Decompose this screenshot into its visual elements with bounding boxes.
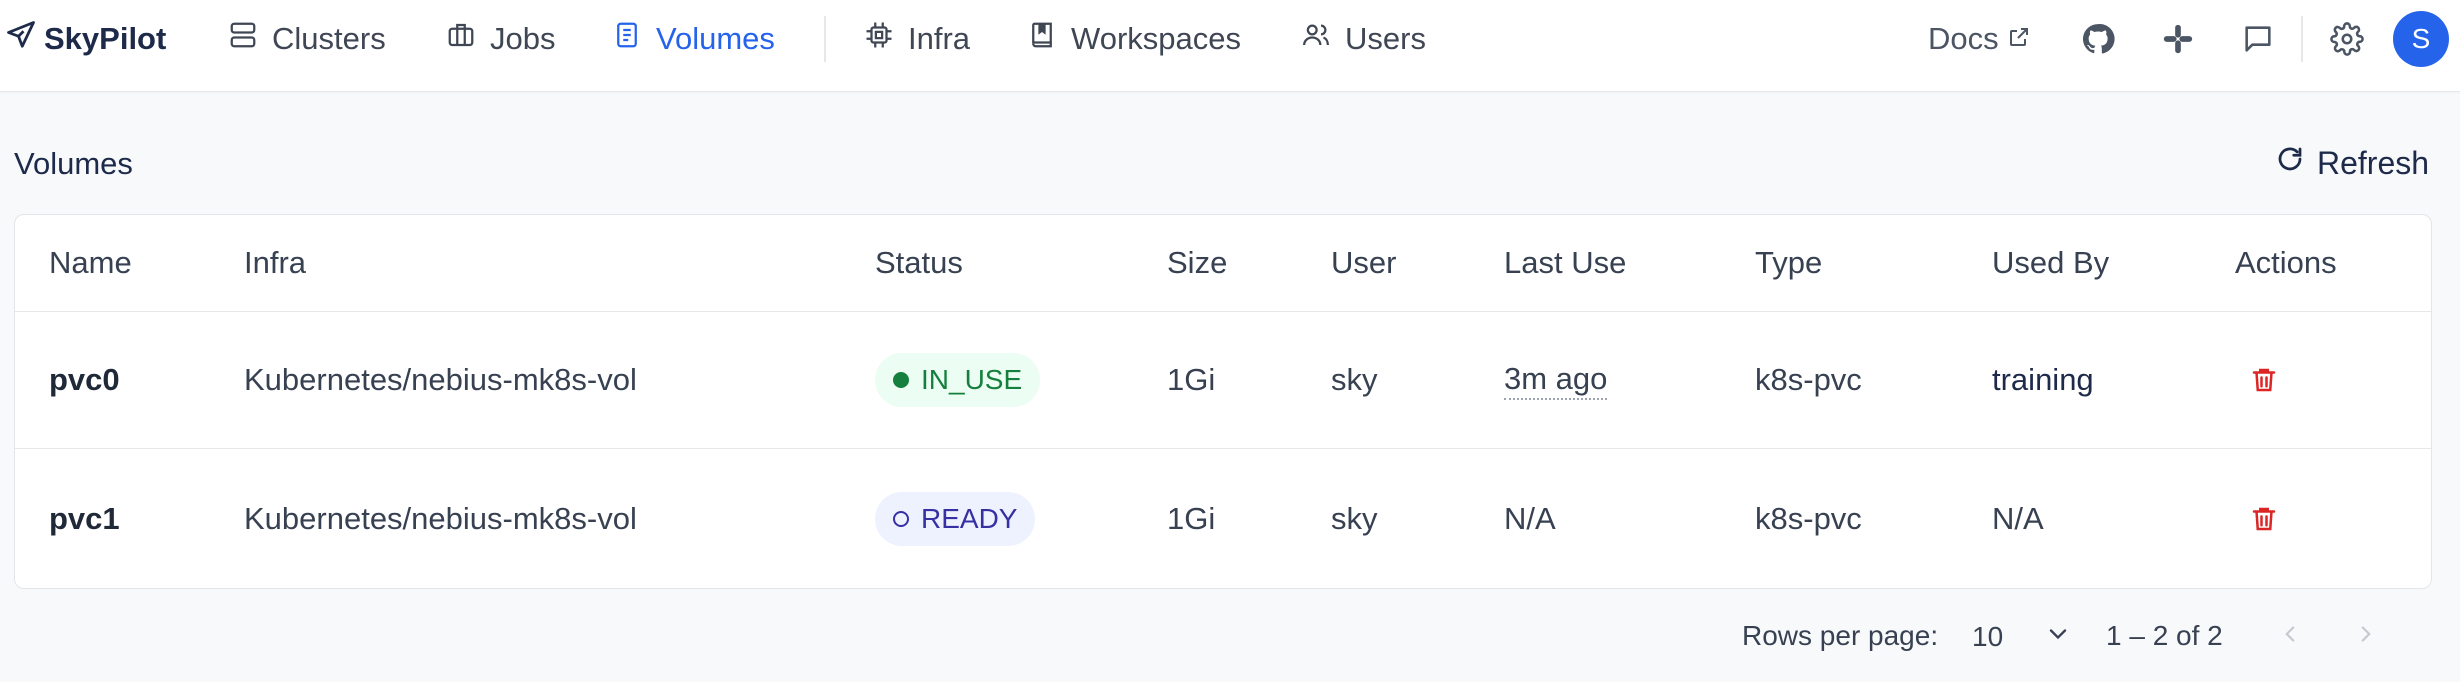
page-title: Volumes bbox=[14, 146, 133, 181]
nav-jobs-label: Jobs bbox=[490, 21, 556, 56]
volume-actions bbox=[2235, 449, 2283, 588]
volume-size: 1Gi bbox=[1167, 500, 1216, 536]
docs-label: Docs bbox=[1928, 21, 1999, 56]
rows-per-page-label: Rows per page: bbox=[1742, 620, 1939, 651]
chevron-left-icon bbox=[2277, 621, 2303, 652]
table-header-row: Name Infra Status Size User Last Use Typ… bbox=[15, 215, 2431, 312]
chevron-right-icon bbox=[2353, 621, 2379, 652]
nav-divider bbox=[824, 16, 826, 62]
skypilot-logo[interactable]: SkyPilot bbox=[6, 19, 166, 59]
volume-status: READY bbox=[875, 449, 1036, 588]
volume-infra: Kubernetes/nebius-mk8s-vol bbox=[244, 362, 637, 397]
users-icon bbox=[1301, 20, 1331, 58]
volume-user: sky bbox=[1331, 362, 1378, 397]
volume-type: k8s-pvc bbox=[1755, 500, 1862, 536]
volume-user: sky bbox=[1331, 500, 1378, 536]
previous-page-button[interactable] bbox=[2270, 616, 2310, 656]
refresh-icon bbox=[2275, 144, 2305, 182]
status-badge: IN_USE bbox=[875, 353, 1041, 407]
github-icon[interactable] bbox=[2077, 18, 2119, 60]
volume-name: pvc0 bbox=[49, 362, 120, 397]
volume-name: pvc1 bbox=[49, 500, 120, 536]
nav-workspaces[interactable]: Workspaces bbox=[1027, 17, 1241, 61]
external-link-icon bbox=[2007, 21, 2031, 57]
table-row: pvc0 Kubernetes/nebius-mk8s-vol IN_USE 1… bbox=[15, 312, 2431, 449]
column-header-size[interactable]: Size bbox=[1167, 215, 1227, 311]
docs-link[interactable]: Docs bbox=[1928, 18, 2031, 60]
slack-icon[interactable] bbox=[2157, 18, 2199, 60]
refresh-label: Refresh bbox=[2317, 144, 2430, 181]
delete-icon[interactable] bbox=[2245, 500, 2283, 538]
column-header-type[interactable]: Type bbox=[1755, 215, 1822, 311]
next-page-button[interactable] bbox=[2346, 616, 2386, 656]
column-header-last-use[interactable]: Last Use bbox=[1504, 215, 1626, 311]
status-badge-label: IN_USE bbox=[921, 364, 1023, 395]
nav-clusters[interactable]: Clusters bbox=[228, 17, 386, 61]
column-header-name[interactable]: Name bbox=[49, 215, 132, 311]
brand-name: SkyPilot bbox=[44, 21, 167, 56]
nav-users[interactable]: Users bbox=[1301, 17, 1426, 61]
column-header-actions: Actions bbox=[2235, 245, 2337, 280]
nav-volumes-label: Volumes bbox=[656, 21, 775, 56]
volume-status: IN_USE bbox=[875, 312, 1041, 448]
rows-per-page-value: 10 bbox=[1972, 621, 2004, 652]
user-avatar[interactable]: S bbox=[2393, 11, 2449, 67]
column-header-infra[interactable]: Infra bbox=[244, 215, 306, 311]
refresh-button[interactable]: Refresh bbox=[2275, 143, 2429, 183]
paper-plane-icon bbox=[6, 20, 36, 58]
volume-used-by[interactable]: training bbox=[1992, 312, 2094, 448]
nav-jobs[interactable]: Jobs bbox=[446, 17, 555, 61]
nav-users-label: Users bbox=[1345, 21, 1426, 56]
nav-clusters-label: Clusters bbox=[272, 21, 386, 56]
nav-workspaces-label: Workspaces bbox=[1071, 21, 1241, 56]
volume-infra: Kubernetes/nebius-mk8s-vol bbox=[244, 500, 637, 536]
column-header-user[interactable]: User bbox=[1331, 215, 1396, 311]
column-header-status[interactable]: Status bbox=[875, 215, 963, 311]
table-row: pvc1 Kubernetes/nebius-mk8s-vol READY 1G… bbox=[15, 449, 2431, 588]
volume-actions bbox=[2235, 312, 2283, 448]
status-dot-icon bbox=[893, 372, 909, 388]
chevron-down-icon bbox=[2044, 620, 2072, 655]
volume-size: 1Gi bbox=[1167, 362, 1216, 397]
delete-icon[interactable] bbox=[2245, 361, 2283, 399]
top-navigation-bar: SkyPilot Clusters Jobs Volumes Infra Wor… bbox=[0, 0, 2460, 92]
right-nav-divider bbox=[2301, 16, 2303, 62]
feedback-chat-icon[interactable] bbox=[2237, 18, 2279, 60]
nav-volumes[interactable]: Volumes bbox=[612, 17, 775, 61]
volume-last-use: 3m ago bbox=[1504, 312, 1608, 448]
status-badge: READY bbox=[875, 491, 1036, 546]
volume-used-by: N/A bbox=[1992, 500, 2044, 536]
server-icon bbox=[228, 20, 258, 58]
gear-icon[interactable] bbox=[2326, 18, 2368, 60]
rows-per-page-select[interactable]: 10 bbox=[1972, 612, 2072, 662]
last-use-tooltip-trigger[interactable]: 3m ago bbox=[1504, 360, 1608, 400]
volume-last-use: N/A bbox=[1504, 500, 1556, 536]
status-badge-label: READY bbox=[921, 502, 1018, 534]
volumes-table: Name Infra Status Size User Last Use Typ… bbox=[14, 214, 2432, 589]
volume-type: k8s-pvc bbox=[1755, 362, 1862, 397]
book-icon bbox=[612, 20, 642, 58]
nav-infra-label: Infra bbox=[908, 21, 971, 56]
briefcase-icon bbox=[446, 20, 476, 58]
nav-infra[interactable]: Infra bbox=[864, 17, 970, 61]
status-dot-icon bbox=[893, 510, 909, 527]
pagination-range: 1 – 2 of 2 bbox=[2106, 620, 2223, 651]
notebook-icon bbox=[1027, 20, 1057, 58]
column-header-used-by[interactable]: Used By bbox=[1992, 215, 2109, 311]
cpu-icon bbox=[864, 20, 894, 58]
